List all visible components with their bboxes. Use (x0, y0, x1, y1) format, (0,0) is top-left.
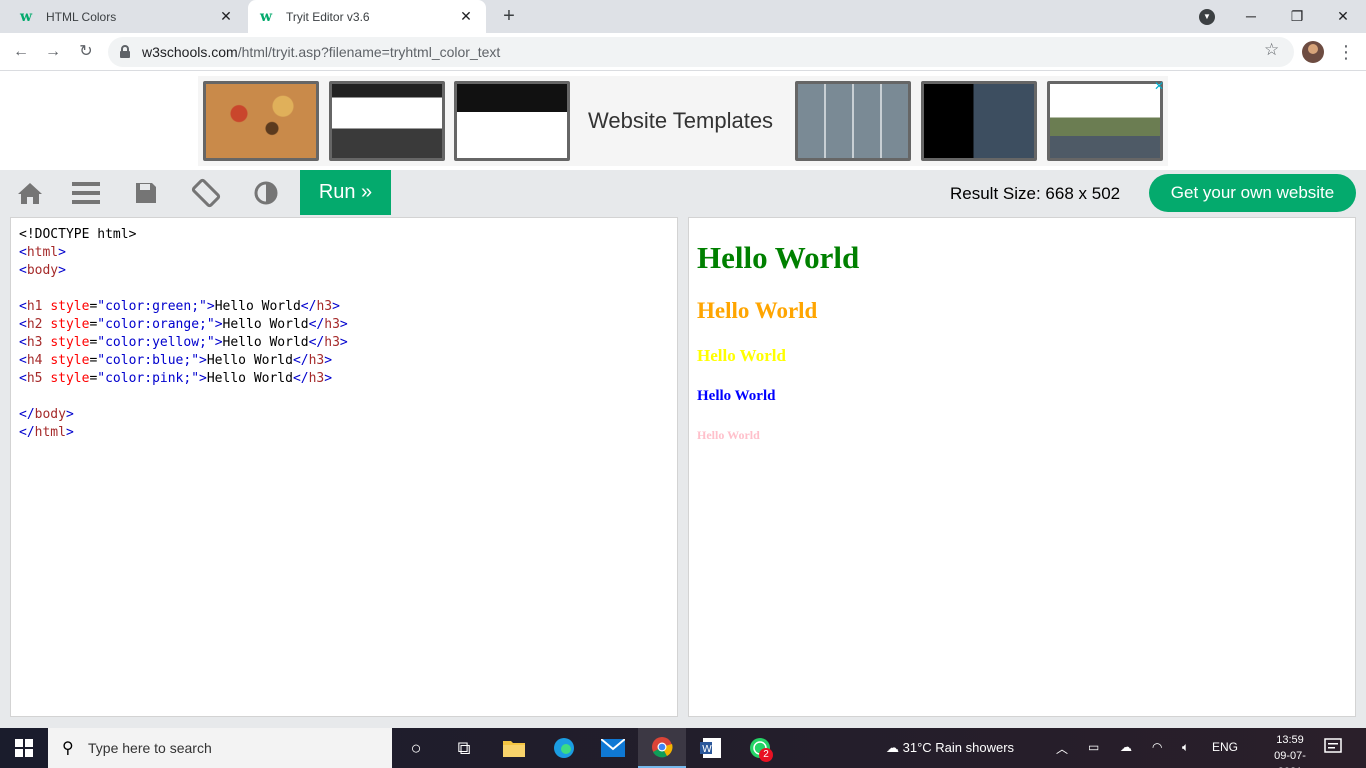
tray-chevron-icon[interactable]: ︿ (1056, 740, 1068, 757)
search-icon: ⚲ (62, 740, 74, 757)
whatsapp-icon[interactable] (736, 728, 784, 768)
result-heading-h1: Hello World (697, 240, 860, 275)
w3schools-favicon-icon: w (260, 8, 273, 25)
file-explorer-icon[interactable] (490, 728, 538, 768)
dark-mode-icon[interactable] (236, 170, 296, 215)
template-thumbnail-pizza[interactable] (203, 81, 319, 161)
tryit-toolbar: Run » Result Size: 668 x 502 Get your ow… (0, 170, 1366, 215)
cortana-icon[interactable]: ○ (392, 728, 440, 768)
task-view-icon[interactable]: ⧉ (440, 728, 488, 768)
template-thumbnail-w3css[interactable] (454, 81, 570, 161)
code-line[interactable]: <h3 style="color:yellow;">Hello World</h… (19, 334, 348, 352)
editor-workarea: <!DOCTYPE html> <html> <body> <h1 style="c… (0, 215, 1366, 728)
svg-text:W: W (702, 744, 712, 755)
code-editor[interactable]: <!DOCTYPE html> <html> <body> <h1 style="c… (10, 217, 678, 717)
tab-html-colors[interactable]: w HTML Colors ✕ (8, 0, 246, 33)
forward-arrow-icon[interactable]: → (41, 40, 65, 64)
tab-title: Tryit Editor v3.6 (286, 9, 370, 24)
chrome-icon[interactable] (638, 728, 686, 768)
template-thumbnail-house[interactable] (1047, 81, 1163, 161)
ad-title[interactable]: Website Templates (588, 108, 773, 134)
language-indicator[interactable]: ENG (1212, 740, 1238, 754)
code-line[interactable]: <h2 style="color:orange;">Hello World</h… (19, 316, 348, 334)
run-button[interactable]: Run » (300, 170, 391, 215)
windows-taskbar: ⚲ Type here to search ○ ⧉ W 2 ☁ 31°C Rai… (0, 728, 1366, 768)
weather-text: 31°C Rain showers (902, 740, 1015, 755)
minimize-button[interactable]: ─ (1228, 0, 1274, 33)
code-line[interactable]: </body> (19, 406, 348, 424)
word-icon[interactable]: W (687, 728, 735, 768)
ad-website-templates[interactable]: Website Templates ✕ (198, 76, 1168, 166)
back-arrow-icon[interactable]: ← (9, 40, 33, 64)
taskbar-search-placeholder: Type here to search (88, 740, 212, 756)
result-size-label: Result Size: 668 x 502 (950, 184, 1121, 203)
mail-icon[interactable] (589, 728, 637, 768)
notification-badge: 2 (759, 748, 773, 762)
code-text[interactable]: <!DOCTYPE html> <html> <body> <h1 style="c… (19, 226, 348, 442)
taskbar-search-box[interactable]: ⚲ Type here to search (48, 728, 392, 768)
code-line[interactable]: <body> (19, 262, 348, 280)
lock-icon[interactable] (120, 45, 130, 58)
clock-time: 13:59 (1276, 734, 1304, 746)
get-your-own-website-button[interactable]: Get your own website (1149, 174, 1356, 212)
result-heading-h4: Hello World (697, 388, 776, 404)
windows-start-icon[interactable] (0, 728, 48, 768)
result-heading-h5: Hello World (697, 428, 760, 442)
window-close-button[interactable]: ✕ (1320, 0, 1366, 33)
code-line[interactable]: <!DOCTYPE html> (19, 226, 348, 244)
restore-button[interactable]: ❐ (1274, 0, 1320, 33)
tab-close-icon[interactable]: ✕ (218, 8, 234, 25)
weather-cloud-icon: ☁ (886, 740, 899, 755)
weather-widget[interactable]: ☁ 31°C Rain showers (886, 740, 1014, 756)
tab-tryit-editor[interactable]: w Tryit Editor v3.6 ✕ (248, 0, 486, 33)
rotate-orientation-icon[interactable] (176, 170, 236, 215)
profile-avatar[interactable] (1302, 41, 1324, 63)
result-heading-h2: Hello World (697, 298, 818, 323)
browser-menu-icon[interactable]: ⋮ (1336, 41, 1356, 63)
battery-icon[interactable]: ▭ (1088, 740, 1099, 754)
onedrive-cloud-icon[interactable]: ☁ (1120, 740, 1132, 754)
menu-icon[interactable] (56, 170, 116, 215)
edge-browser-icon[interactable] (540, 728, 588, 768)
url-path: /html/tryit.asp?filename=tryhtml_color_t… (237, 44, 501, 60)
address-bar[interactable]: w3schools.com/html/tryit.asp?filename=tr… (108, 37, 1294, 67)
code-line[interactable]: <h1 style="color:green;">Hello World</h3… (19, 298, 348, 316)
ad-banner: Website Templates ✕ (0, 72, 1366, 170)
home-icon[interactable] (0, 170, 60, 215)
url-host: w3schools.com (142, 44, 238, 60)
w3schools-favicon-icon: w (20, 8, 33, 25)
template-thumbnail-profile[interactable] (921, 81, 1037, 161)
wifi-icon[interactable]: ◠ (1152, 740, 1162, 754)
code-line[interactable] (19, 280, 348, 298)
bookmark-star-icon[interactable]: ☆ (1264, 40, 1279, 60)
tab-title: HTML Colors (46, 9, 117, 24)
save-icon[interactable] (116, 170, 176, 215)
reload-icon[interactable]: ↻ (74, 40, 98, 64)
new-tab-button[interactable]: + (498, 5, 520, 27)
volume-icon[interactable]: 🔈︎ (1182, 740, 1189, 755)
adchoices-close-icon[interactable]: ✕ (1154, 80, 1166, 92)
result-heading-h3: Hello World (697, 346, 786, 365)
code-line[interactable]: </html> (19, 424, 348, 442)
clock-date: 09-07-2021 (1274, 750, 1306, 768)
action-center-icon[interactable] (1324, 738, 1344, 758)
url-text[interactable]: w3schools.com/html/tryit.asp?filename=tr… (142, 44, 500, 60)
tab-search-icon[interactable]: ▼ (1199, 9, 1215, 25)
browser-toolbar: ← → ↻ w3schools.com/html/tryit.asp?filen… (0, 33, 1366, 71)
result-frame[interactable]: Hello World Hello World Hello World Hello W… (688, 217, 1356, 717)
code-line[interactable]: <h4 style="color:blue;">Hello World</h3> (19, 352, 348, 370)
template-thumbnail-gallery[interactable] (795, 81, 911, 161)
code-line[interactable]: <h5 style="color:pink;">Hello World</h3> (19, 370, 348, 388)
template-thumbnail-street[interactable] (329, 81, 445, 161)
tab-strip: w HTML Colors ✕ w Tryit Editor v3.6 ✕ + … (0, 0, 1366, 33)
code-line[interactable] (19, 388, 348, 406)
code-line[interactable]: <html> (19, 244, 348, 262)
tab-close-icon[interactable]: ✕ (458, 8, 474, 25)
taskbar-clock[interactable]: 13:59 09-07-2021 (1262, 732, 1318, 768)
